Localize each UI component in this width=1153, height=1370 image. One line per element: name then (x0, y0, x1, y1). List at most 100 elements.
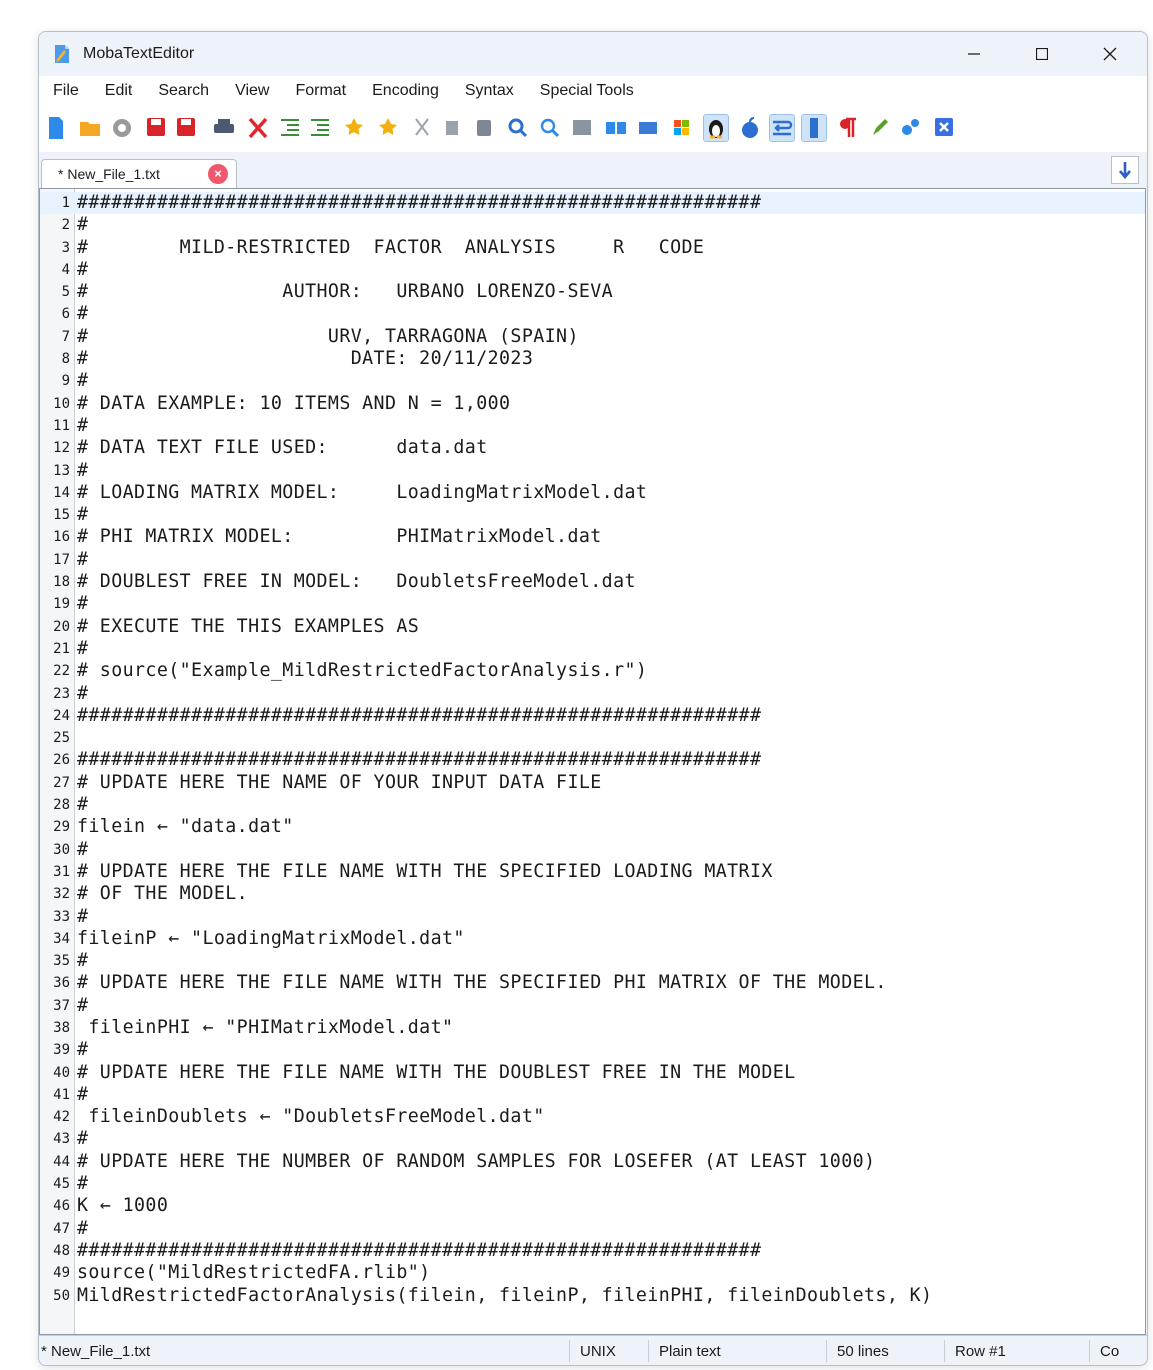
code-line[interactable]: 27 # UPDATE HERE THE NAME OF YOUR INPUT D… (40, 772, 1145, 794)
code-line[interactable]: 39 # (40, 1039, 1145, 1061)
code-line[interactable]: 5 # AUTHOR: URBANO LORENZO-SEVA (40, 281, 1145, 303)
linux-lineend-button[interactable] (703, 114, 729, 142)
status-line-ending[interactable]: UNIX (580, 1343, 616, 1360)
mac-lineend-button[interactable] (737, 114, 763, 142)
code-line[interactable]: 6 # (40, 303, 1145, 325)
code-line[interactable]: 19 # (40, 593, 1145, 615)
new-file-button[interactable] (43, 114, 69, 142)
code-line[interactable]: 25 (40, 727, 1145, 749)
code-line[interactable]: 10 # DATA EXAMPLE: 10 ITEMS AND N = 1,000 (40, 393, 1145, 415)
code-line[interactable]: 46 K ← 1000 (40, 1195, 1145, 1217)
code-line[interactable]: 38 fileinPHI ← "PHIMatrixModel.dat" (40, 1017, 1145, 1039)
code-line[interactable]: 12 # DATA TEXT FILE USED: data.dat (40, 437, 1145, 459)
find-replace-button[interactable] (537, 114, 563, 142)
column-button[interactable] (801, 114, 827, 142)
close-file-button[interactable] (245, 114, 271, 142)
code-line[interactable]: 29 filein ← "data.dat" (40, 816, 1145, 838)
code-line[interactable]: 3 # MILD-RESTRICTED FACTOR ANALYSIS R COD… (40, 237, 1145, 259)
code-line[interactable]: 31 # UPDATE HERE THE FILE NAME WITH THE S… (40, 861, 1145, 883)
code-line[interactable]: 7 # URV, TARRAGONA (SPAIN) (40, 326, 1145, 348)
close-icon (1103, 47, 1117, 61)
code-line[interactable]: 43 # (40, 1128, 1145, 1150)
code-line[interactable]: 9 # (40, 370, 1145, 392)
menu-encoding[interactable]: Encoding (358, 76, 451, 106)
print-button[interactable] (211, 114, 237, 142)
indent-button[interactable] (277, 114, 303, 142)
exit-button[interactable] (931, 114, 957, 142)
code-line[interactable]: 49 source("MildRestrictedFA.rlib") (40, 1262, 1145, 1284)
merge-button[interactable] (635, 114, 661, 142)
code-line[interactable]: 45 # (40, 1173, 1145, 1195)
code-line[interactable]: 37 # (40, 995, 1145, 1017)
code-line[interactable]: 18 # DOUBLEST FREE IN MODEL: DoubletsFree… (40, 571, 1145, 593)
code-line[interactable]: 4 # (40, 259, 1145, 281)
text-editor[interactable]: 1 #######################################… (39, 188, 1146, 1335)
code-line[interactable]: 23 # (40, 683, 1145, 705)
save-as-button[interactable] (173, 114, 199, 142)
find-button[interactable] (505, 114, 531, 142)
code-line[interactable]: 34 fileinP ← "LoadingMatrixModel.dat" (40, 928, 1145, 950)
code-line[interactable]: 15 # (40, 504, 1145, 526)
code-line[interactable]: 21 # (40, 638, 1145, 660)
code-line[interactable]: 2 # (40, 214, 1145, 236)
menu-view[interactable]: View (221, 76, 281, 106)
title-bar[interactable]: MobaTextEditor (39, 32, 1147, 76)
code-line[interactable]: 42 fileinDoublets ← "DoubletsFreeModel.d… (40, 1106, 1145, 1128)
tab-new-file-1[interactable]: * New_File_1.txt × (41, 159, 237, 188)
exit-icon (935, 118, 953, 136)
code-line[interactable]: 44 # UPDATE HERE THE NUMBER OF RANDOM SAM… (40, 1151, 1145, 1173)
menu-file[interactable]: File (39, 76, 91, 106)
paste-button[interactable] (471, 114, 497, 142)
code-line[interactable]: 32 # OF THE MODEL. (40, 883, 1145, 905)
highlight-button[interactable] (867, 114, 893, 142)
tab-close-icon[interactable]: × (208, 164, 228, 184)
reload-icon (113, 119, 131, 137)
fullscreen-button[interactable] (569, 114, 595, 142)
code-line[interactable]: 28 # (40, 794, 1145, 816)
code-line[interactable]: 47 # (40, 1218, 1145, 1240)
code-line[interactable]: 22 # source("Example_MildRestrictedFactor… (40, 660, 1145, 682)
code-line[interactable]: 33 # (40, 906, 1145, 928)
windows-lineend-button[interactable] (669, 114, 695, 142)
open-folder-button[interactable] (77, 114, 103, 142)
menu-syntax[interactable]: Syntax (451, 76, 526, 106)
menu-special-tools[interactable]: Special Tools (526, 76, 646, 106)
code-line[interactable]: 17 # (40, 549, 1145, 571)
pilcrow-button[interactable] (835, 114, 861, 142)
outdent-button[interactable] (307, 114, 333, 142)
code-line[interactable]: 20 # EXECUTE THE THIS EXAMPLES AS (40, 616, 1145, 638)
bookmark-add-button[interactable] (341, 114, 367, 142)
menu-format[interactable]: Format (281, 76, 358, 106)
status-syntax[interactable]: Plain text (659, 1343, 721, 1360)
tab-list-button[interactable] (1111, 156, 1139, 184)
code-line[interactable]: 36 # UPDATE HERE THE FILE NAME WITH THE S… (40, 972, 1145, 994)
maximize-button[interactable] (1013, 32, 1071, 76)
copy-button[interactable] (441, 114, 467, 142)
code-line[interactable]: 24 ######################################… (40, 705, 1145, 727)
compare-button[interactable] (603, 114, 629, 142)
settings-button[interactable] (897, 114, 923, 142)
code-line[interactable]: 1 #######################################… (40, 192, 1145, 215)
bookmark-button[interactable] (375, 114, 401, 142)
close-window-button[interactable] (1081, 32, 1139, 76)
minimize-button[interactable] (945, 32, 1003, 76)
code-line[interactable]: 8 # DATE: 20/11/2023 (40, 348, 1145, 370)
code-line[interactable]: 30 # (40, 839, 1145, 861)
code-line[interactable]: 35 # (40, 950, 1145, 972)
code-line[interactable]: 16 # PHI MATRIX MODEL: PHIMatrixModel.dat (40, 526, 1145, 548)
code-line[interactable]: 48 ######################################… (40, 1240, 1145, 1262)
code-line[interactable]: 26 ######################################… (40, 749, 1145, 771)
reload-button[interactable] (109, 114, 135, 142)
code-line[interactable]: 11 # (40, 415, 1145, 437)
line-number: 18 (53, 574, 70, 591)
save-button[interactable] (143, 114, 169, 142)
code-line[interactable]: 13 # (40, 460, 1145, 482)
code-line[interactable]: 41 # (40, 1084, 1145, 1106)
code-line[interactable]: 50 MildRestrictedFactorAnalysis(filein, f… (40, 1285, 1145, 1307)
cut-button[interactable] (409, 114, 435, 142)
menu-search[interactable]: Search (144, 76, 221, 106)
menu-edit[interactable]: Edit (91, 76, 145, 106)
code-line[interactable]: 40 # UPDATE HERE THE FILE NAME WITH THE D… (40, 1062, 1145, 1084)
code-line[interactable]: 14 # LOADING MATRIX MODEL: LoadingMatrixM… (40, 482, 1145, 504)
word-wrap-button[interactable] (769, 114, 795, 142)
